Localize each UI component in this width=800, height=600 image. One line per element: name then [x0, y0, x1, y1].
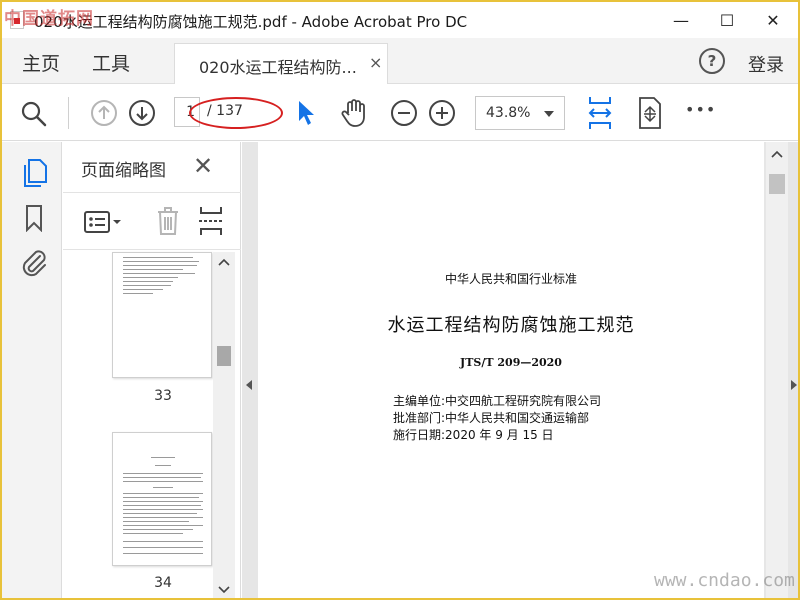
scroll-down-icon[interactable] [218, 586, 230, 594]
close-icon[interactable]: ✕ [193, 152, 213, 180]
approving-department: 批准部门:中华人民共和国交通运输部 [393, 411, 590, 425]
maximize-button[interactable]: ☐ [704, 2, 750, 38]
login-button[interactable]: 登录 [748, 51, 784, 77]
menu-tools[interactable]: 工具 [92, 49, 130, 76]
search-icon[interactable] [20, 100, 48, 128]
minimize-icon: — [673, 10, 689, 30]
panel-toolbar [63, 192, 241, 250]
thumbnail-options-icon[interactable] [83, 209, 123, 235]
tab-close-icon[interactable]: × [369, 53, 382, 72]
hand-tool-icon[interactable] [340, 97, 370, 129]
close-window-button[interactable]: ✕ [750, 2, 796, 38]
document-view[interactable]: 中华人民共和国行业标准 水运工程结构防腐蚀施工规范 JTS/T 209—2020… [242, 142, 798, 598]
close-icon: ✕ [766, 10, 780, 30]
rotate-page-icon[interactable] [197, 205, 225, 237]
menu-home[interactable]: 主页 [22, 49, 60, 76]
menu-tab-bar: 主页 工具 020水运工程结构防... × ? 登录 [2, 38, 798, 84]
expand-right-panel-icon[interactable] [791, 380, 797, 390]
bookmark-icon[interactable] [24, 204, 44, 232]
zoom-out-icon[interactable] [390, 99, 418, 127]
page-thumbnail[interactable] [112, 252, 212, 378]
watermark-logo: 中国道拓网 [4, 9, 94, 29]
zoom-in-icon[interactable] [428, 99, 456, 127]
watermark-url: www.cndao.com [654, 570, 795, 591]
scrollbar-thumb[interactable] [769, 174, 785, 194]
document-title: 水运工程结构防腐蚀施工规范 [387, 315, 635, 336]
effective-date: 施行日期:2020 年 9 月 15 日 [393, 428, 554, 442]
fit-width-icon[interactable] [586, 95, 614, 131]
scroll-up-icon[interactable] [218, 258, 230, 266]
standard-code: JTS/T 209—2020 [460, 356, 562, 369]
document-tab[interactable]: 020水运工程结构防... × [174, 43, 388, 84]
panel-title: 页面缩略图 [81, 161, 166, 181]
main-toolbar: 1 / 137 43.8% ••• [2, 85, 798, 141]
pdf-page: 中华人民共和国行业标准 水运工程结构防腐蚀施工规范 JTS/T 209—2020… [258, 142, 764, 598]
highlight-oval-annotation [189, 97, 283, 129]
acrobat-window: 020水运工程结构防腐蚀施工规范.pdf - Adobe Acrobat Pro… [2, 2, 798, 598]
more-options-icon[interactable]: ••• [685, 100, 716, 119]
title-bar: 020水运工程结构防腐蚀施工规范.pdf - Adobe Acrobat Pro… [2, 2, 798, 38]
document-scrollbar[interactable] [766, 142, 788, 598]
scrollbar-thumb[interactable] [217, 346, 231, 366]
select-cursor-icon[interactable] [296, 99, 318, 127]
paperclip-icon[interactable] [20, 246, 48, 278]
document-tab-label: 020水运工程结构防... [199, 58, 357, 77]
help-icon[interactable]: ? [699, 48, 725, 74]
scroll-up-icon[interactable] [771, 150, 783, 158]
standard-category: 中华人民共和国行业标准 [444, 272, 577, 286]
thumbnail-scrollbar[interactable] [213, 252, 235, 598]
collapse-panel-icon[interactable] [246, 380, 252, 390]
window-title: 020水运工程结构防腐蚀施工规范.pdf - Adobe Acrobat Pro… [34, 13, 468, 31]
page-thumbnail[interactable] [112, 432, 212, 566]
minimize-button[interactable]: — [658, 2, 704, 38]
previous-page-icon[interactable] [90, 99, 118, 127]
thumbnail-page-number: 33 [154, 388, 172, 404]
editor-unit: 主编单位:中交四航工程研究院有限公司 [393, 394, 602, 408]
page-thumbnails-icon[interactable] [22, 158, 48, 188]
left-navigation-rail [2, 142, 62, 598]
zoom-level-dropdown[interactable]: 43.8% [475, 96, 565, 130]
toolbar-separator [68, 97, 69, 129]
thumbnail-page-number: 34 [154, 575, 172, 591]
next-page-icon[interactable] [128, 99, 156, 127]
chevron-down-icon [544, 111, 554, 117]
trash-icon[interactable] [155, 205, 181, 237]
maximize-icon: ☐ [719, 10, 735, 30]
zoom-level-value: 43.8% [486, 105, 531, 121]
thumbnail-panel: 页面缩略图 ✕ 33 34 [63, 142, 241, 598]
fit-page-icon[interactable] [636, 96, 664, 130]
